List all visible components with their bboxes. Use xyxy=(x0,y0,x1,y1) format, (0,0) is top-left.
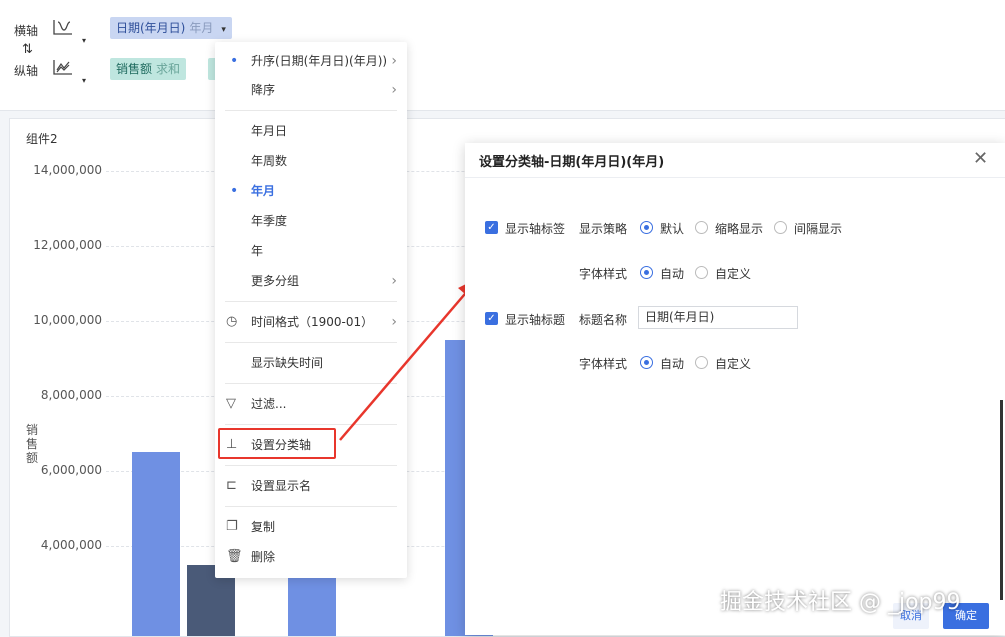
menu-item-label: 升序(日期(年月日)(年月)) xyxy=(251,54,388,68)
menu-item-label: 年 xyxy=(251,244,264,258)
menu-item-label: 年季度 xyxy=(251,214,288,228)
title-name-label: 标题名称 xyxy=(579,313,628,327)
x-axis-caret-icon[interactable]: ▾ xyxy=(82,36,86,45)
menu-item-label: 删除 xyxy=(251,550,276,564)
chart-bar[interactable] xyxy=(132,452,180,636)
show-axis-title-text: 显示轴标题 xyxy=(505,313,566,327)
font-style-label-2: 字体样式 xyxy=(579,357,628,371)
menu-item[interactable]: ❐ 复制 xyxy=(215,512,407,542)
selected-dot-icon: • xyxy=(230,53,239,69)
clock-icon: ◷ xyxy=(226,314,238,329)
chart-bar[interactable] xyxy=(288,574,336,636)
y-axis-label: 纵轴 xyxy=(14,64,39,78)
x-axis-label: 横轴 xyxy=(14,24,39,38)
x-axis-field-pill[interactable]: 日期(年月日) 年月 ▾ xyxy=(110,17,232,39)
menu-item[interactable]: • 升序(日期(年月日)(年月)) › xyxy=(215,46,407,76)
font-style-label-1: 字体样式 xyxy=(579,267,628,281)
strategy-abbrev-text: 缩略显示 xyxy=(715,222,764,236)
show-axis-title-checkbox[interactable]: ✓ xyxy=(485,312,498,325)
highlight-box xyxy=(218,428,336,459)
axis-y-icon[interactable] xyxy=(52,58,74,79)
menu-divider xyxy=(225,110,397,111)
menu-divider xyxy=(225,506,397,507)
menu-item-label: 年月日 xyxy=(251,124,288,138)
chevron-right-icon: › xyxy=(391,82,397,98)
y-tick-label: 10,000,000 xyxy=(33,313,102,327)
copy-icon: ❐ xyxy=(226,519,238,534)
y-tick-label: 14,000,000 xyxy=(33,163,102,177)
menu-item[interactable]: 年周数 xyxy=(215,146,407,176)
menu-item-label: 年月 xyxy=(251,184,276,198)
font-style-custom-text-1: 自定义 xyxy=(715,267,752,281)
font-style-auto-text-2: 自动 xyxy=(660,357,685,371)
menu-item-label: 年周数 xyxy=(251,154,288,168)
y-tick-label: 4,000,000 xyxy=(40,538,102,552)
show-axis-label-checkbox[interactable]: ✓ xyxy=(485,221,498,234)
x-field-grouping: 年月 xyxy=(189,21,214,35)
filter-icon: ▽ xyxy=(226,396,236,411)
show-axis-label-text: 显示轴标签 xyxy=(505,222,566,236)
menu-item-label: 过滤... xyxy=(251,397,287,411)
y-field-agg: 求和 xyxy=(156,62,181,76)
y-axis-title: 销 售 额 xyxy=(26,423,39,465)
dialog-scrollbar[interactable] xyxy=(1000,400,1003,600)
menu-divider xyxy=(225,465,397,466)
strategy-label: 显示策略 xyxy=(579,222,628,236)
axis-config-bar: 横轴 ▾ ⇅ 纵轴 ▾ 日期(年月日) 年月 ▾ 销售额 求和 xyxy=(0,0,1005,111)
trash-icon: 🗑 xyxy=(226,549,243,564)
dialog-title: 设置分类轴-日期(年月日)(年月) xyxy=(479,155,665,170)
menu-item-label: 更多分组 xyxy=(251,274,300,288)
font-style-custom-radio-1[interactable] xyxy=(695,266,708,279)
close-icon[interactable]: ✕ xyxy=(973,148,988,169)
y-field-name: 销售额 xyxy=(116,62,153,76)
strategy-default-text: 默认 xyxy=(660,222,685,236)
y-tick-label: 6,000,000 xyxy=(40,463,102,477)
menu-item-label: 设置显示名 xyxy=(251,479,312,493)
font-style-custom-text-2: 自定义 xyxy=(715,357,752,371)
menu-item-label: 复制 xyxy=(251,520,276,534)
x-field-name: 日期(年月日) xyxy=(116,21,186,35)
y-axis-caret-icon[interactable]: ▾ xyxy=(82,76,86,85)
title-name-input[interactable]: 日期(年月日) xyxy=(638,306,798,329)
x-field-caret-icon[interactable]: ▾ xyxy=(221,25,226,35)
font-style-custom-radio-2[interactable] xyxy=(695,356,708,369)
menu-item-label: 显示缺失时间 xyxy=(251,356,324,370)
selected-dot-icon: • xyxy=(230,183,239,199)
axis-settings-dialog: 设置分类轴-日期(年月日)(年月) ✕ ✓ 显示轴标签 显示策略 默认 缩略显示… xyxy=(465,143,1005,635)
menu-item[interactable]: 降序 › xyxy=(215,75,407,105)
dialog-header: 设置分类轴-日期(年月日)(年月) ✕ xyxy=(465,143,1005,178)
menu-item[interactable]: ⊏ 设置显示名 xyxy=(215,471,407,501)
strategy-default-radio[interactable] xyxy=(640,221,653,234)
menu-item-label: 降序 xyxy=(251,83,276,97)
font-style-auto-text-1: 自动 xyxy=(660,267,685,281)
strategy-interval-radio[interactable] xyxy=(774,221,787,234)
strategy-interval-text: 间隔显示 xyxy=(794,222,843,236)
swap-icon[interactable]: ⇅ xyxy=(22,42,33,57)
chevron-right-icon: › xyxy=(391,53,397,69)
menu-item[interactable]: 🗑 删除 xyxy=(215,542,407,572)
font-style-auto-radio-2[interactable] xyxy=(640,356,653,369)
y-axis-field-pill[interactable]: 销售额 求和 xyxy=(110,58,187,80)
menu-item[interactable]: • 年月 xyxy=(215,176,407,206)
strategy-abbrev-radio[interactable] xyxy=(695,221,708,234)
y-tick-label: 12,000,000 xyxy=(33,238,102,252)
watermark: 掘金技术社区 @ _jop99 xyxy=(720,590,961,615)
rename-icon: ⊏ xyxy=(226,478,237,493)
font-style-auto-radio-1[interactable] xyxy=(640,266,653,279)
axis-x-icon[interactable] xyxy=(52,18,74,39)
menu-item[interactable]: 年 xyxy=(215,236,407,266)
menu-item[interactable]: 年月日 xyxy=(215,116,407,146)
menu-item[interactable]: 年季度 xyxy=(215,206,407,236)
y-tick-label: 8,000,000 xyxy=(40,388,102,402)
